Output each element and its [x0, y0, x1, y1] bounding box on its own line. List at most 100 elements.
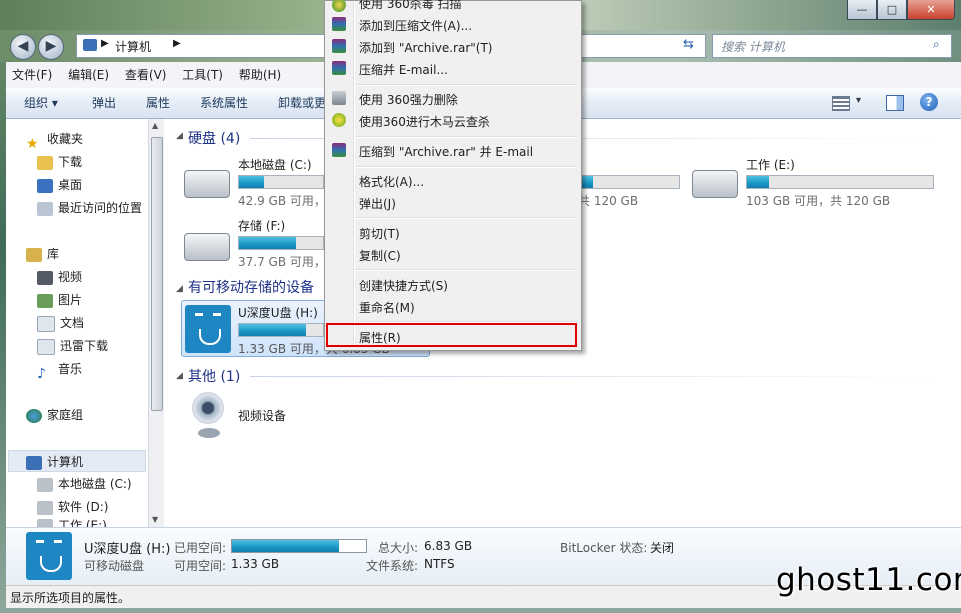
menu-item-format[interactable]: 格式化(A)...: [359, 173, 424, 190]
nav-label: 库: [47, 247, 60, 261]
hard-drive-icon: [184, 170, 230, 198]
nav-recent[interactable]: 最近访问的位置: [37, 197, 142, 219]
folder-icon: [37, 155, 53, 170]
navigation-scrollbar[interactable]: ▲ ▼: [148, 119, 164, 527]
menu-item-create-shortcut[interactable]: 创建快捷方式(S): [359, 277, 448, 294]
menu-item-compress-email[interactable]: 压缩并 E-mail...: [359, 61, 448, 78]
maximize-button[interactable]: □: [877, 0, 907, 20]
nav-videos[interactable]: 视频: [37, 266, 82, 288]
nav-label: 软件 (D:): [58, 500, 109, 514]
nav-documents[interactable]: 文档: [37, 312, 84, 334]
drive-info: 42.9 GB 可用，: [238, 194, 326, 208]
desktop-icon: [37, 178, 53, 193]
drive-usage-fill: [581, 176, 593, 188]
menu-item-360-trojan[interactable]: 使用360进行木马云查杀: [359, 113, 490, 130]
drive-usage-fill: [239, 237, 297, 249]
nav-libraries[interactable]: 库: [26, 243, 59, 265]
homegroup-icon: [26, 408, 42, 423]
nav-downloads[interactable]: 下载: [37, 151, 82, 173]
menu-file[interactable]: 文件(F): [6, 62, 58, 88]
nav-drive-d[interactable]: 软件 (D:): [37, 496, 108, 518]
drive-usage-bar: [580, 175, 680, 189]
system-properties-button[interactable]: 系统属性: [200, 88, 248, 118]
nav-pictures[interactable]: 图片: [37, 289, 82, 311]
menu-separator: [355, 217, 577, 219]
drive-name: 本地磁盘 (C:): [238, 158, 312, 172]
menu-item-rename[interactable]: 重命名(M): [359, 299, 415, 316]
360-antivirus-icon: [332, 0, 346, 12]
menu-item-copy[interactable]: 复制(C): [359, 247, 401, 264]
menu-edit[interactable]: 编辑(E): [62, 62, 115, 88]
menu-view[interactable]: 查看(V): [119, 62, 173, 88]
search-input[interactable]: 搜索 计算机 ⌕: [712, 34, 952, 58]
details-free-label: 可用空间:: [174, 559, 227, 573]
chevron-down-icon[interactable]: ▾: [856, 95, 861, 106]
preview-pane-icon[interactable]: [886, 95, 904, 111]
organize-button[interactable]: 组织 ▾: [24, 88, 58, 118]
nav-drive-c[interactable]: 本地磁盘 (C:): [37, 473, 132, 495]
nav-label: 视频: [58, 270, 83, 284]
computer-icon: [83, 39, 97, 51]
nav-music[interactable]: ♪ 音乐: [37, 358, 82, 382]
nav-desktop[interactable]: 桌面: [37, 174, 82, 196]
drive-usage-bar: [238, 236, 324, 250]
nav-label: 本地磁盘 (C:): [58, 477, 132, 491]
watermark: ghost11.com: [776, 562, 961, 598]
highlight-box: [326, 323, 577, 347]
drive-info: 共 120 GB: [578, 194, 639, 208]
group-header-removable[interactable]: 有可移动存储的设备: [188, 277, 314, 297]
properties-button[interactable]: 属性: [146, 88, 170, 118]
breadcrumb[interactable]: 计算机: [115, 38, 151, 55]
forward-button[interactable]: ▶: [38, 34, 64, 60]
menu-separator: [355, 136, 577, 138]
nav-drive-e[interactable]: 工作 (E:): [37, 519, 107, 527]
menu-help[interactable]: 帮助(H): [233, 62, 287, 88]
navigation-pane: ★ 收藏夹 下载 桌面 最近访问的位置 库 视频 图片 文档 迅雷下载 ♪ 音乐 家…: [6, 119, 147, 527]
close-button[interactable]: ✕: [907, 0, 955, 20]
eject-button[interactable]: 弹出: [92, 88, 116, 118]
collapse-icon[interactable]: ◢: [176, 284, 183, 294]
drive-name: 工作 (E:): [746, 158, 795, 172]
nav-label: 桌面: [58, 178, 83, 192]
group-header-hdd[interactable]: 硬盘 (4): [188, 128, 240, 148]
menu-separator: [355, 166, 577, 168]
minimize-button[interactable]: —: [847, 0, 877, 20]
drive-info: 103 GB 可用，共 120 GB: [746, 194, 891, 208]
nav-homegroup[interactable]: 家庭组: [26, 404, 83, 426]
menu-item-cut[interactable]: 剪切(T): [359, 225, 400, 242]
menu-item-eject[interactable]: 弹出(J): [359, 195, 396, 212]
refresh-icon[interactable]: ⇆: [683, 37, 694, 52]
menu-tools[interactable]: 工具(T): [176, 62, 229, 88]
view-options-icon[interactable]: [832, 96, 850, 111]
device-name: 视频设备: [238, 409, 287, 423]
nav-label: 文档: [60, 316, 85, 330]
star-icon: ★: [26, 135, 39, 152]
nav-computer[interactable]: 计算机: [8, 450, 146, 472]
menu-item-compress-rar-email[interactable]: 压缩到 "Archive.rar" 并 E-mail: [359, 143, 533, 160]
nav-thunder-downloads[interactable]: 迅雷下载: [37, 335, 108, 357]
details-type: 可移动磁盘: [84, 559, 145, 573]
help-icon[interactable]: ?: [920, 93, 938, 111]
group-header-other[interactable]: 其他 (1): [188, 366, 240, 386]
drive-usage-bar: [746, 175, 934, 189]
scroll-thumb[interactable]: [151, 137, 163, 411]
folder-icon: [37, 338, 55, 355]
menu-item-add-archive[interactable]: 添加到压缩文件(A)...: [359, 17, 472, 34]
nav-favorites[interactable]: ★ 收藏夹: [26, 128, 83, 152]
drive-usage-fill: [747, 176, 770, 188]
back-button[interactable]: ◀: [10, 34, 36, 60]
details-bitlocker-label: BitLocker 状态:: [560, 541, 648, 555]
menu-item-360-scan[interactable]: 使用 360杀毒 扫描: [359, 0, 462, 12]
hard-drive-icon: [692, 170, 738, 198]
scroll-down-icon[interactable]: ▼: [152, 515, 158, 524]
collapse-icon[interactable]: ◢: [176, 371, 183, 381]
drive-icon: [37, 477, 53, 492]
scroll-up-icon[interactable]: ▲: [152, 121, 158, 130]
search-icon[interactable]: ⌕: [933, 37, 940, 52]
collapse-icon[interactable]: ◢: [176, 131, 183, 141]
picture-library-icon: [37, 293, 53, 308]
menu-item-360-delete[interactable]: 使用 360强力删除: [359, 91, 458, 108]
uninstall-button[interactable]: 卸载或更: [278, 88, 326, 118]
details-used-label: 已用空间:: [174, 541, 227, 555]
menu-item-add-archive-rar[interactable]: 添加到 "Archive.rar"(T): [359, 39, 492, 56]
